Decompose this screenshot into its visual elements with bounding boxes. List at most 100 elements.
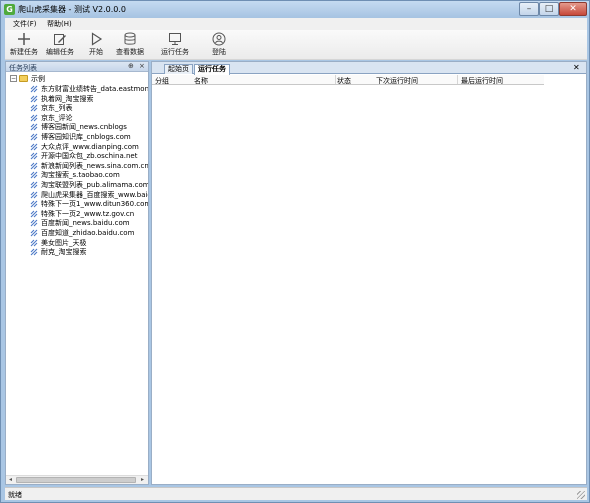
tree-item-label: 耐克_淘宝搜索 [41,248,87,257]
new-task-button[interactable]: 新建任务 [7,32,41,59]
login-button[interactable]: 登陆 [202,32,236,59]
col-next-run[interactable]: 下次运行时间 [376,76,418,86]
tree-item[interactable]: 淘宝联盟列表_pub.alimama.com [30,180,148,189]
scroll-right-icon[interactable]: ▸ [138,476,147,484]
play-icon [91,32,103,46]
tree-item[interactable]: 京东_评论 [30,113,148,122]
tree-item[interactable]: 开源中国众包_zb.oschina.net [30,151,148,160]
plus-icon [18,33,30,45]
tree-item[interactable]: 特殊下一页1_www.ditun360.com [30,199,148,208]
edit-task-button[interactable]: 编辑任务 [43,32,77,59]
start-label: 开始 [89,48,103,56]
task-link-icon [30,143,38,150]
tree-item[interactable]: 耐克_淘宝搜索 [30,247,148,256]
tree-item-label: 百度新闻_news.baidu.com [41,219,130,228]
task-link-icon [30,85,38,93]
pin-icon[interactable]: ⊕ [128,62,134,70]
scroll-left-icon[interactable]: ◂ [6,476,15,484]
maximize-button[interactable]: □ [539,2,559,16]
menu-bar: 文件(F) 帮助(H) [5,18,587,30]
main-document-area: 起始页 运行任务 ✕ 分组 名称 状态 下次运行时间 最后运行时间 [151,61,587,485]
tree-item-label: 爬山虎采集器_百度搜索_www.baidu [41,190,148,199]
tree-item[interactable]: 东方财富业绩转告_data.eastmoney [30,84,148,93]
task-grid-header: 分组 名称 状态 下次运行时间 最后运行时间 [152,75,544,85]
col-name[interactable]: 名称 [194,76,208,86]
tree-item[interactable]: 美女图片_天极 [30,238,148,247]
tree-item[interactable]: 特殊下一页2_www.tz.gov.cn [30,209,148,218]
task-tree: − 示例 东方财富业绩转告_data.eastmoney 执着网_淘宝搜索 京东_列… [6,73,148,476]
task-link-icon [30,210,38,218]
resize-grip-icon[interactable] [577,491,585,499]
tree-item-label: 京东_列表 [41,104,73,113]
tree-item-label: 东方财富业绩转告_data.eastmoney [41,85,148,93]
tree-item-label: 博客园知识库_cnblogs.com [41,133,131,141]
col-last-run[interactable]: 最后运行时间 [461,76,503,86]
tree-item-label: 淘宝联盟列表_pub.alimama.com [41,181,148,189]
new-task-label: 新建任务 [10,48,38,56]
tree-root-label: 示例 [31,75,45,83]
col-divider [457,75,458,84]
col-group[interactable]: 分组 [155,76,169,86]
col-status[interactable]: 状态 [337,76,351,86]
tree-item-label: 美女图片_天极 [41,238,87,247]
tree-item[interactable]: 执着网_淘宝搜索 [30,94,148,103]
tree-item-label: 京东_评论 [41,113,73,122]
view-data-label: 查看数据 [116,48,144,56]
login-label: 登陆 [212,48,226,56]
task-link-icon [30,181,38,189]
edit-icon [54,34,66,45]
task-link-icon [30,114,38,122]
tree-item[interactable]: 爬山虎采集器_百度搜索_www.baidu [30,190,148,199]
task-link-icon [30,152,38,160]
tab-strip: 起始页 运行任务 ✕ [152,62,586,75]
task-link-icon [30,162,38,170]
tree-item[interactable]: 京东_列表 [30,103,148,112]
menu-file[interactable]: 文件(F) [13,19,37,29]
tree-item[interactable]: 百度知道_zhidao.baidu.com [30,228,148,237]
task-link-icon [30,200,38,208]
tree-item[interactable]: 博客园新闻_news.cnblogs [30,122,148,131]
task-link-icon [30,172,38,179]
tree-item-label: 博客园新闻_news.cnblogs [41,123,127,132]
tree-item-label: 新浪新闻列表_news.sina.com.cn [41,161,148,170]
collapse-icon[interactable]: − [10,75,17,82]
task-link-icon [30,104,38,112]
task-link-icon [30,248,38,256]
close-window-button[interactable]: ✕ [559,2,587,16]
tree-item[interactable]: 百度新闻_news.baidu.com [30,218,148,227]
tab-run-tasks[interactable]: 运行任务 [194,64,230,75]
start-button[interactable]: 开始 [79,32,113,59]
task-link-icon [30,191,38,198]
monitor-icon [169,33,181,45]
tree-item-label: 开源中国众包_zb.oschina.net [41,152,138,161]
horizontal-scrollbar[interactable]: ◂ ▸ [6,475,148,484]
tree-item[interactable]: 大众点评_www.dianping.com [30,142,148,151]
run-task-button[interactable]: 运行任务 [158,32,192,59]
edit-task-label: 编辑任务 [46,48,74,56]
user-icon [212,32,226,46]
task-link-icon [30,229,38,237]
tree-item[interactable]: 淘宝搜索_s.taobao.com [30,170,148,179]
tab-start-page[interactable]: 起始页 [164,64,193,74]
app-logo-icon: G [4,4,15,15]
tree-item-label: 特殊下一页1_www.ditun360.com [41,200,148,209]
tree-item[interactable]: 博客园知识库_cnblogs.com [30,132,148,141]
scroll-thumb[interactable] [16,477,136,483]
folder-icon [19,75,28,82]
task-link-icon [30,133,38,141]
title-bar[interactable]: G 爬山虎采集器 - 测试 V2.0.0.0 – □ ✕ [1,1,589,18]
tree-item-label: 执着网_淘宝搜索 [41,94,94,103]
tree-item[interactable]: 新浪新闻列表_news.sina.com.cn [30,161,148,170]
tree-item-label: 特殊下一页2_www.tz.gov.cn [41,209,135,218]
menu-help[interactable]: 帮助(H) [47,19,72,29]
status-bar: 就绪 [5,487,587,500]
task-list-panel: 任务列表 ⊕ × − 示例 东方财富业绩转告_data.eastmoney 执着网… [5,61,149,485]
tree-item-label: 大众点评_www.dianping.com [41,142,139,151]
database-icon [124,32,136,45]
minimize-button[interactable]: – [519,2,539,16]
close-tab-icon[interactable]: ✕ [573,63,580,72]
panel-close-icon[interactable]: × [139,62,145,70]
task-list-header: 任务列表 ⊕ × [6,62,148,72]
view-data-button[interactable]: 查看数据 [113,32,147,59]
toolbar: 新建任务 编辑任务 开始 查看数据 运行任务 登陆 [5,30,587,60]
